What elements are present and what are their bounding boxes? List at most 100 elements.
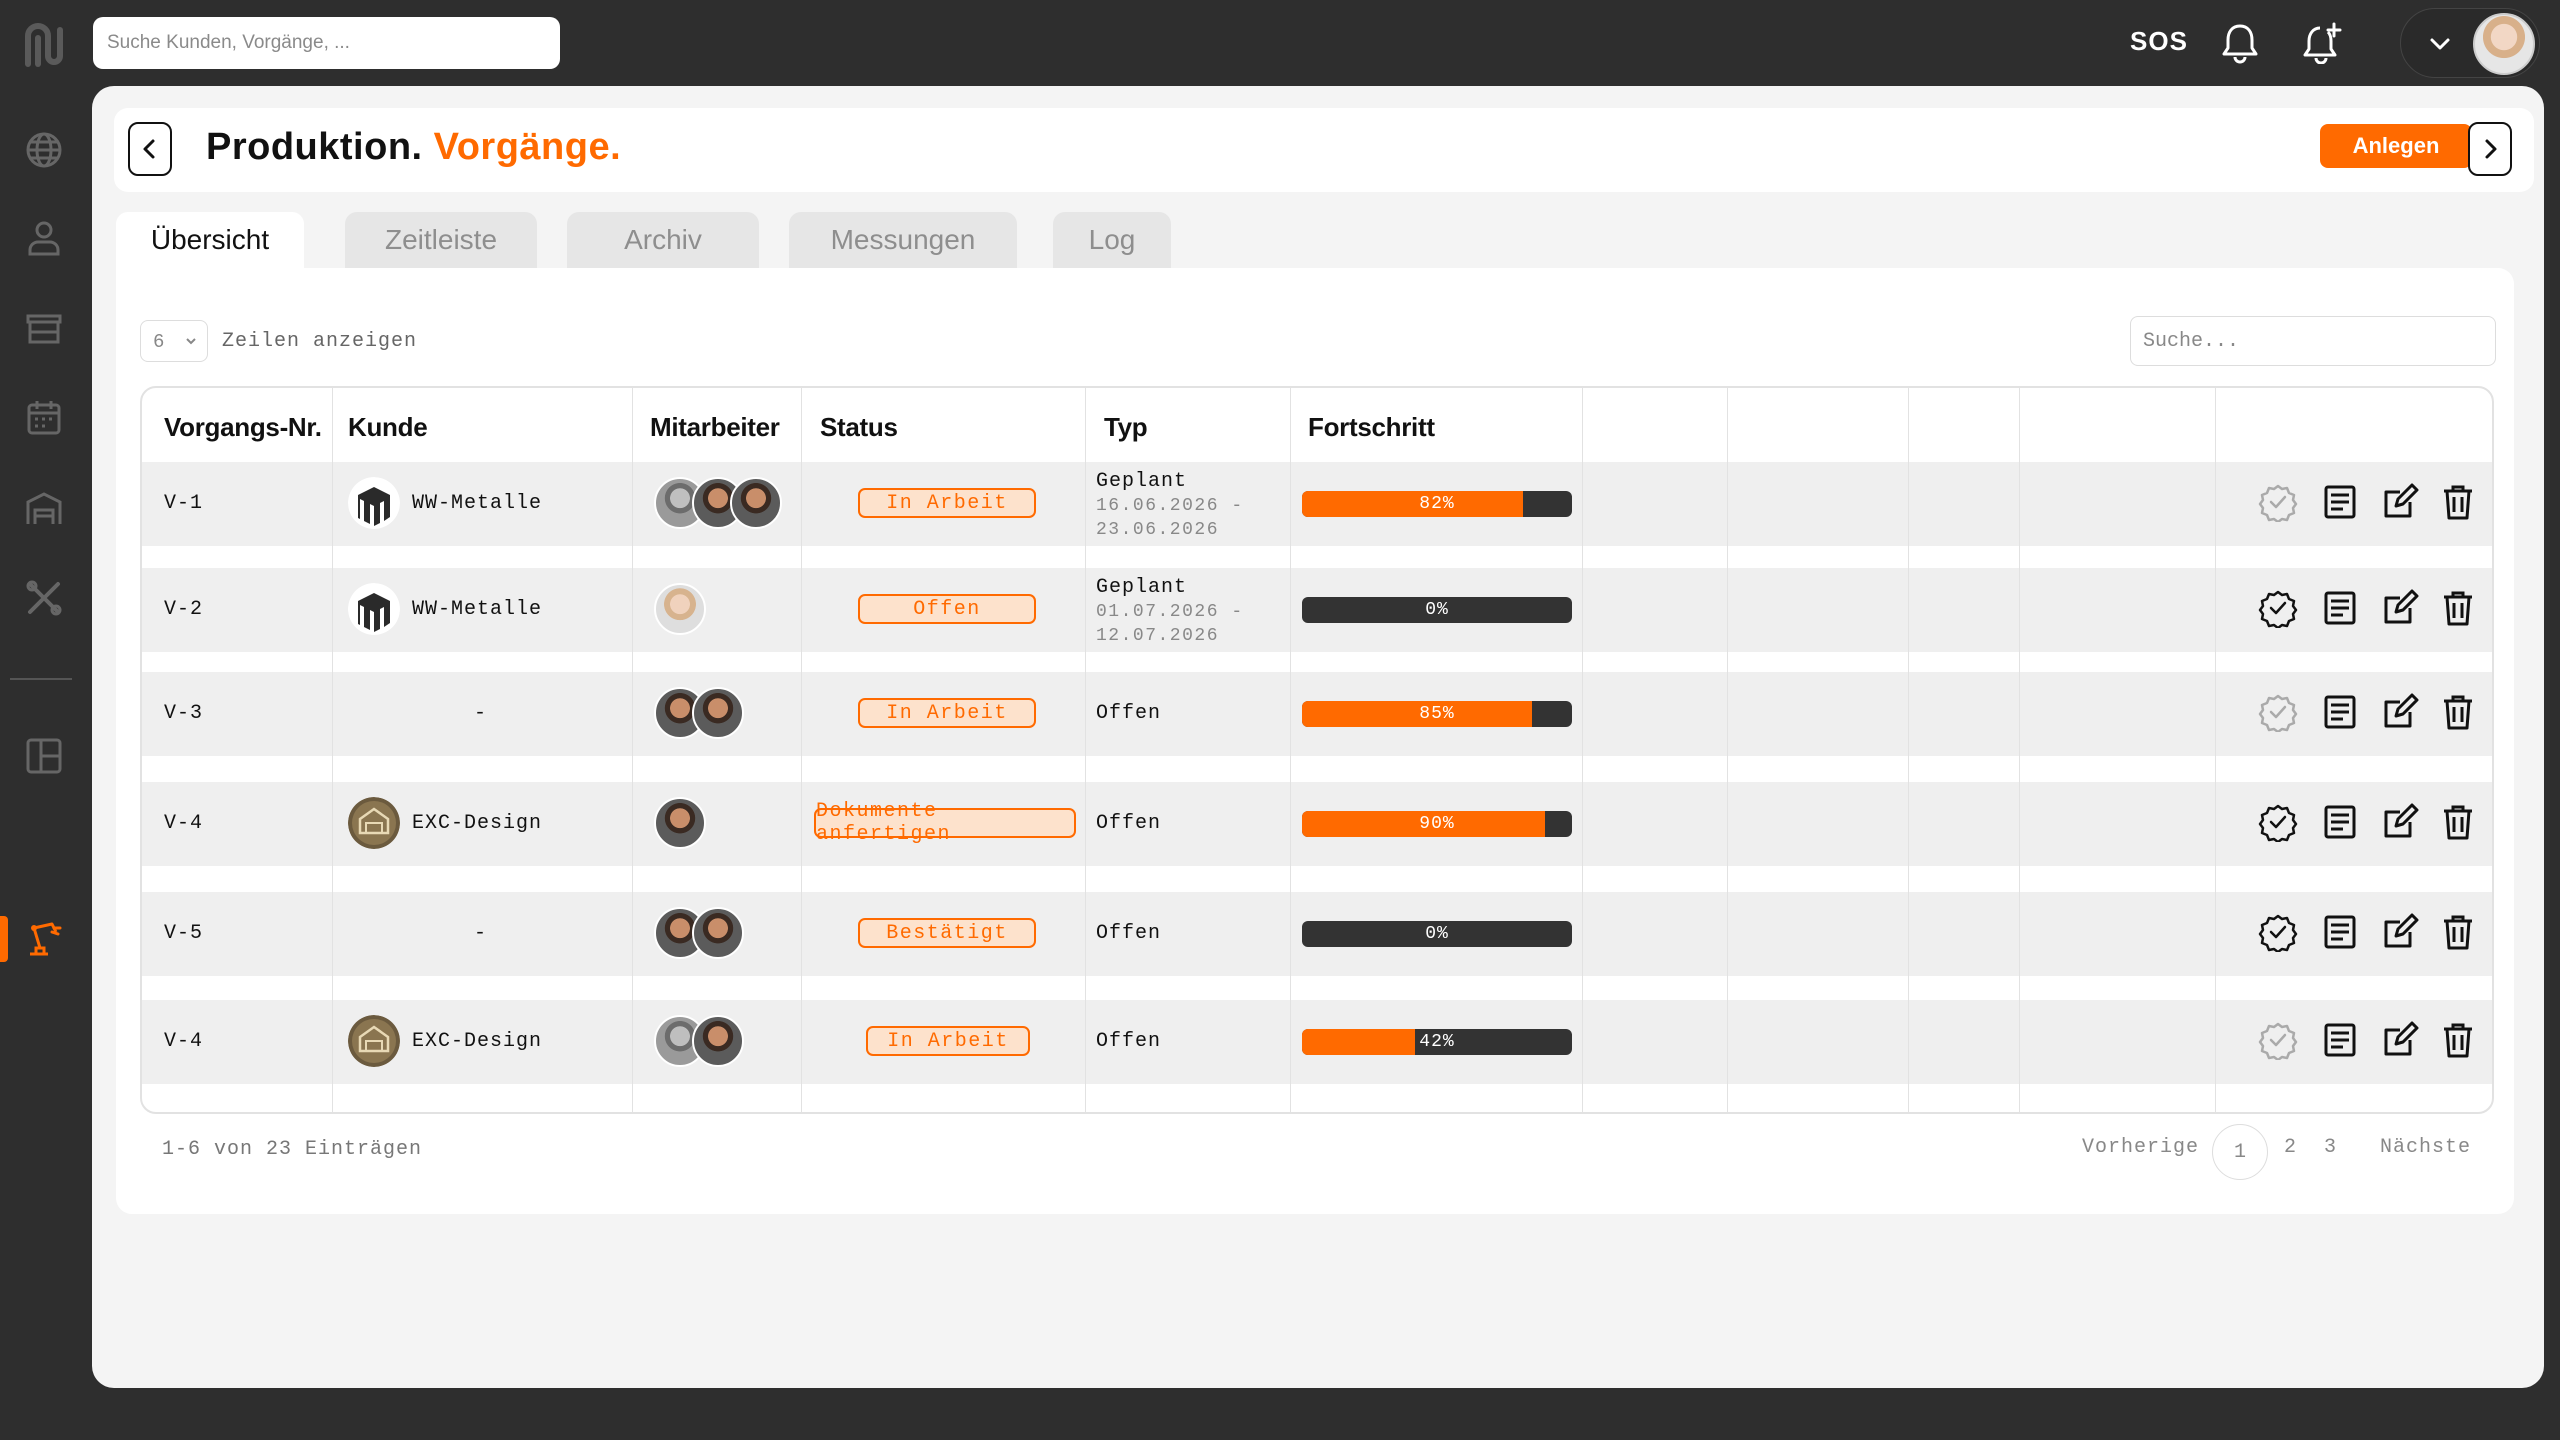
verify-badge-icon[interactable] xyxy=(2258,802,2298,842)
tab-archiv[interactable]: Archiv xyxy=(567,212,759,268)
pagination-page-3[interactable]: 3 xyxy=(2324,1136,2337,1159)
kunde-name: - xyxy=(474,922,488,945)
app-logo-icon[interactable] xyxy=(22,22,66,70)
exc-design-logo-icon xyxy=(348,1015,400,1067)
sidebar xyxy=(0,86,92,1440)
status-badge[interactable]: In Arbeit xyxy=(866,1026,1030,1056)
pagination-page-2[interactable]: 2 xyxy=(2284,1136,2297,1159)
document-icon[interactable] xyxy=(2320,482,2360,522)
rows-per-page-select[interactable]: 6 xyxy=(140,320,208,362)
chevron-left-icon xyxy=(143,139,155,159)
tab-messungen[interactable]: Messungen xyxy=(789,212,1017,268)
global-search-input[interactable] xyxy=(93,17,560,69)
verify-badge-icon[interactable] xyxy=(2258,692,2298,732)
vorgang-nr[interactable]: V-4 xyxy=(164,812,203,835)
verify-badge-icon[interactable] xyxy=(2258,912,2298,952)
typ-date-to: 12.07.2026 xyxy=(1096,626,1220,646)
document-icon[interactable] xyxy=(2320,802,2360,842)
pagination-next[interactable]: Nächste xyxy=(2380,1136,2471,1159)
edit-icon[interactable] xyxy=(2380,692,2420,732)
bell-add-icon[interactable] xyxy=(2300,20,2344,64)
user-icon[interactable] xyxy=(22,216,66,260)
edit-icon[interactable] xyxy=(2380,482,2420,522)
user-avatar[interactable] xyxy=(2473,13,2535,75)
verify-badge-icon[interactable] xyxy=(2258,1020,2298,1060)
status-badge[interactable]: Bestätigt xyxy=(858,918,1036,948)
globe-icon[interactable] xyxy=(22,128,66,172)
chevron-right-icon xyxy=(2485,139,2497,159)
column-header-status[interactable]: Status xyxy=(820,412,898,443)
document-icon[interactable] xyxy=(2320,912,2360,952)
warehouse-icon[interactable] xyxy=(22,486,66,530)
edit-icon[interactable] xyxy=(2380,1020,2420,1060)
employee-avatar[interactable] xyxy=(730,477,782,529)
vorgang-nr[interactable]: V-2 xyxy=(164,598,203,621)
vorgang-nr[interactable]: V-1 xyxy=(164,492,203,515)
typ-label: Offen xyxy=(1096,922,1162,945)
tools-icon[interactable] xyxy=(22,576,66,620)
document-icon[interactable] xyxy=(2320,588,2360,628)
employee-avatar[interactable] xyxy=(654,583,706,635)
bell-icon[interactable] xyxy=(2218,20,2262,64)
document-icon[interactable] xyxy=(2320,692,2360,732)
column-header-mitarbeiter[interactable]: Mitarbeiter xyxy=(650,412,780,443)
verify-badge-icon[interactable] xyxy=(2258,588,2298,628)
typ-label: Offen xyxy=(1096,702,1162,725)
typ-date-from: 01.07.2026 - xyxy=(1096,602,1244,622)
pagination-page-1[interactable]: 1 xyxy=(2212,1124,2268,1180)
edit-icon[interactable] xyxy=(2380,912,2420,952)
robot-arm-icon[interactable] xyxy=(22,916,66,960)
kunde-name[interactable]: WW-Metalle xyxy=(412,492,542,515)
store-icon[interactable] xyxy=(22,306,66,350)
kunde-name[interactable]: EXC-Design xyxy=(412,1030,542,1053)
employee-avatar[interactable] xyxy=(654,797,706,849)
tab-zeitleiste[interactable]: Zeitleiste xyxy=(345,212,537,268)
status-badge[interactable]: Offen xyxy=(858,594,1036,624)
chevron-down-icon[interactable] xyxy=(2427,31,2453,57)
verify-badge-icon[interactable] xyxy=(2258,482,2298,522)
tab-uebersicht[interactable]: Übersicht xyxy=(116,212,304,268)
trash-icon[interactable] xyxy=(2438,1020,2478,1060)
typ-label: Offen xyxy=(1096,1030,1162,1053)
status-badge[interactable]: In Arbeit xyxy=(858,698,1036,728)
trash-icon[interactable] xyxy=(2438,802,2478,842)
employee-avatar[interactable] xyxy=(692,907,744,959)
page-title-accent: Vorgänge. xyxy=(433,126,622,168)
table-search-input[interactable] xyxy=(2130,316,2496,366)
trash-icon[interactable] xyxy=(2438,692,2478,732)
kunde-name[interactable]: WW-Metalle xyxy=(412,598,542,621)
trash-icon[interactable] xyxy=(2438,912,2478,952)
edit-icon[interactable] xyxy=(2380,588,2420,628)
back-button[interactable] xyxy=(128,122,172,176)
column-header-vorgangs-nr[interactable]: Vorgangs-Nr. xyxy=(164,412,322,443)
kunde-name[interactable]: EXC-Design xyxy=(412,812,542,835)
document-icon[interactable] xyxy=(2320,1020,2360,1060)
column-header-fortschritt[interactable]: Fortschritt xyxy=(1308,412,1435,443)
progress-label: 42% xyxy=(1419,1032,1455,1052)
trash-icon[interactable] xyxy=(2438,482,2478,522)
forward-button[interactable] xyxy=(2468,122,2512,176)
vorgang-nr[interactable]: V-3 xyxy=(164,702,203,725)
employee-avatar[interactable] xyxy=(692,687,744,739)
column-header-kunde[interactable]: Kunde xyxy=(348,412,428,443)
progress-bar: 85% xyxy=(1302,701,1572,727)
employee-avatar[interactable] xyxy=(692,1015,744,1067)
layout-icon[interactable] xyxy=(22,734,66,778)
status-badge[interactable]: In Arbeit xyxy=(858,488,1036,518)
user-menu[interactable] xyxy=(2400,8,2540,78)
calendar-icon[interactable] xyxy=(22,396,66,440)
column-header-typ[interactable]: Typ xyxy=(1104,412,1148,443)
tab-log[interactable]: Log xyxy=(1053,212,1171,268)
ww-metalle-logo-icon xyxy=(348,477,400,529)
sos-button[interactable]: SOS xyxy=(2130,26,2188,57)
vorgang-nr[interactable]: V-4 xyxy=(164,1030,203,1053)
column-divider xyxy=(1727,388,1728,1112)
vorgang-nr[interactable]: V-5 xyxy=(164,922,203,945)
trash-icon[interactable] xyxy=(2438,588,2478,628)
column-divider xyxy=(1290,388,1291,1112)
edit-icon[interactable] xyxy=(2380,802,2420,842)
status-badge[interactable]: Dokumente anfertigen xyxy=(814,800,1076,846)
progress-bar: 0% xyxy=(1302,597,1572,623)
create-button[interactable]: Anlegen xyxy=(2320,124,2472,168)
pagination-prev[interactable]: Vorherige xyxy=(2082,1136,2199,1159)
